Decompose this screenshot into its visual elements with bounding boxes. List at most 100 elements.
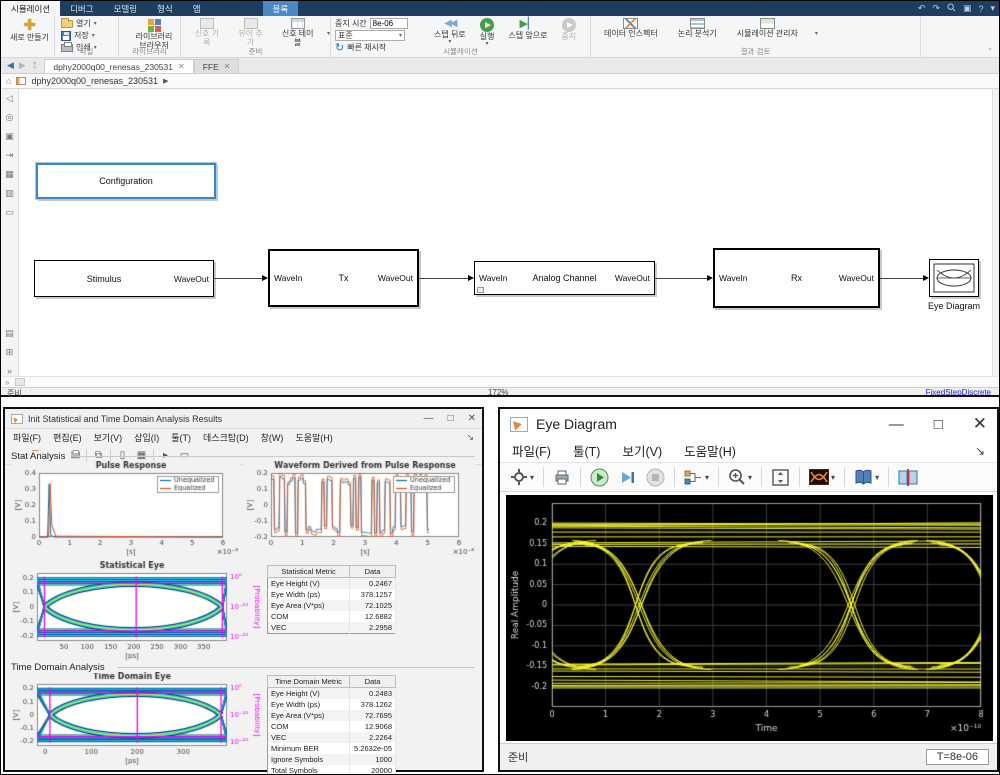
prepare-overflow-icon[interactable]: ▾ <box>327 30 330 37</box>
log-signals-button[interactable]: 신호 기록 <box>189 16 225 50</box>
settings-button[interactable]: ▾ <box>508 466 536 488</box>
tab-modeling[interactable]: 모델링 <box>104 1 147 16</box>
insert-legend-icon[interactable]: ▦ <box>134 448 149 462</box>
expand-icon[interactable]: » <box>5 378 9 387</box>
signal-table-button[interactable]: 신호 테이블 <box>276 16 319 50</box>
block-configuration[interactable]: Configuration <box>36 163 216 199</box>
block-rx[interactable]: WaveIn Rx WaveOut <box>713 248 880 308</box>
tab-format[interactable]: 형식 <box>147 1 183 16</box>
redo-icon[interactable]: ↷ <box>932 3 940 14</box>
dock-icon[interactable]: ↘ <box>466 432 474 443</box>
block-stimulus[interactable]: Stimulus WaveOut <box>34 260 214 297</box>
print-button[interactable] <box>551 466 573 488</box>
zoom-button[interactable]: ▾ <box>726 466 754 488</box>
menu-window[interactable]: 창(W) <box>261 431 284 444</box>
minimize-icon[interactable]: — <box>424 413 434 424</box>
sim-mode-select[interactable]: 표준▾ <box>335 30 405 41</box>
screenshot-icon[interactable]: ▣ <box>963 3 972 14</box>
stop-time-input[interactable] <box>370 18 408 29</box>
tab-apps[interactable]: 앱 <box>183 1 211 16</box>
open-button[interactable]: 열기▾ <box>61 18 118 29</box>
menu-edit[interactable]: 편집(E) <box>53 431 82 444</box>
block-eye-diagram-scope[interactable] <box>929 259 979 297</box>
eye-title-bar[interactable]: Eye Diagram — □ ✕ <box>500 409 997 439</box>
menu-tools[interactable]: 툴(T) <box>573 441 600 460</box>
simulate-source-button[interactable]: ▾ <box>682 467 711 488</box>
run-button[interactable] <box>588 466 611 489</box>
doc-tab-ffe[interactable]: FFE✕ <box>194 59 240 73</box>
new-model-button[interactable]: ✚ 새로 만들기 <box>7 17 52 51</box>
nav-forward-icon[interactable]: ▶ <box>19 60 26 71</box>
stop-button[interactable]: 중지 <box>558 16 579 50</box>
home-icon[interactable]: ⌂ <box>6 76 11 86</box>
compare-button[interactable] <box>896 467 920 488</box>
maximize-icon[interactable]: □ <box>934 416 943 433</box>
hide-browser-icon[interactable]: ◁ <box>6 93 13 104</box>
model-canvas[interactable]: ◁ ◎ ▣ ⇥ ▦ ▥ ▭ ▤ ⊞ » Configuration Stimul… <box>1 89 999 376</box>
save-button[interactable]: 저장▾ <box>61 30 118 41</box>
vertical-scrollbar[interactable] <box>992 89 999 376</box>
close-tab-icon[interactable]: ✕ <box>178 62 185 71</box>
run-button[interactable]: 실행▾ <box>477 16 498 50</box>
results-overflow-icon[interactable]: ▾ <box>815 30 818 37</box>
fit-to-view-button[interactable] <box>769 466 792 489</box>
menu-view[interactable]: 보기(V) <box>622 441 662 460</box>
model-data-icon[interactable]: ▤ <box>5 328 14 339</box>
scroll-thumb[interactable] <box>15 378 25 386</box>
tab-simulation[interactable]: 시뮬레이션 <box>1 1 60 16</box>
expand-icon[interactable]: » <box>7 366 12 376</box>
doc-tab-model[interactable]: dphy2000q00_renesas_230531✕ <box>44 59 193 73</box>
breadcrumb-expand-icon[interactable]: ▶ <box>163 77 168 85</box>
stop-button[interactable] <box>644 466 667 489</box>
step-forward-button[interactable] <box>616 466 639 489</box>
colormap-button[interactable]: ▾ <box>852 467 881 488</box>
menu-view[interactable]: 보기(V) <box>94 431 123 444</box>
block-analog-channel[interactable]: WaveIn Analog Channel WaveOut <box>474 261 655 295</box>
wire[interactable] <box>655 278 708 279</box>
step-back-button[interactable]: ◀◀ 스텝 뒤로▾ <box>431 16 469 50</box>
eye-diagram-mode-button[interactable]: ▾ <box>807 467 837 487</box>
rotate-icon[interactable]: ▭ <box>177 448 192 462</box>
close-icon[interactable]: ✕ <box>973 414 987 434</box>
link-icon[interactable]: ⧉ <box>91 448 106 462</box>
close-icon[interactable]: ✕ <box>468 413 476 424</box>
maximize-icon[interactable]: □ <box>448 413 454 424</box>
time-domain-metric-table[interactable]: Time Domain MetricDataEye Height (V)0.24… <box>267 675 396 775</box>
help-icon[interactable]: ? <box>978 4 983 14</box>
collapse-ribbon-icon[interactable]: ⌃ <box>987 47 993 55</box>
menu-insert[interactable]: 삽입(I) <box>134 431 159 444</box>
step-forward-button[interactable]: ▶▏ 스텝 앞으로 <box>505 16 550 50</box>
block-tx[interactable]: WaveIn Tx WaveOut <box>268 249 419 307</box>
fit-view-icon[interactable]: ▣ <box>5 131 14 142</box>
status-solver[interactable]: FixedStepDiscrete <box>926 388 991 397</box>
insert-colorbar-icon[interactable]: ▯ <box>115 448 130 462</box>
menu-tools[interactable]: 툴(T) <box>171 431 191 444</box>
menu-file[interactable]: 파일(F) <box>13 431 41 444</box>
undo-icon[interactable]: ↶ <box>918 3 926 14</box>
wire[interactable] <box>880 278 924 279</box>
dock-icon[interactable]: ↘ <box>975 444 985 458</box>
menu-desktop[interactable]: 데스크탑(D) <box>203 431 249 444</box>
menu-help[interactable]: 도움말(H) <box>295 431 332 444</box>
add-viewer-button[interactable]: 뷰어 추가 <box>233 16 269 50</box>
model-browser-icon[interactable]: ⊞ <box>6 347 14 358</box>
horizontal-scrollbar[interactable]: » <box>1 376 999 387</box>
cursor-icon[interactable]: ▸ <box>158 448 173 462</box>
sim-manager-button[interactable]: 시뮬레이션 관리자 <box>734 16 801 50</box>
logic-analyzer-button[interactable]: 논리 분석기 <box>675 16 720 50</box>
tab-debug[interactable]: 디버그 <box>60 1 103 16</box>
statistical-metric-table[interactable]: Statistical MetricDataEye Height (V)0.24… <box>267 565 396 634</box>
menu-help[interactable]: 도움말(H) <box>684 441 736 460</box>
tab-block[interactable]: 블록 <box>263 1 299 16</box>
box-icon[interactable]: ▭ <box>5 207 14 218</box>
wire[interactable] <box>419 278 469 279</box>
search-icon[interactable] <box>947 3 956 14</box>
minimize-icon[interactable]: — <box>889 416 904 433</box>
pan-tool-icon[interactable]: ⇥ <box>6 150 14 161</box>
breadcrumb-model-name[interactable]: dphy2000q00_renesas_230531 <box>31 76 158 86</box>
zoom-tool-icon[interactable]: ◎ <box>6 112 14 123</box>
nav-back-icon[interactable]: ◀ <box>7 60 14 71</box>
close-tab-icon[interactable]: ✕ <box>224 62 231 71</box>
caret-icon[interactable]: ▾ <box>990 3 995 14</box>
results-title-bar[interactable]: Init Statistical and Time Domain Analysi… <box>5 409 482 429</box>
